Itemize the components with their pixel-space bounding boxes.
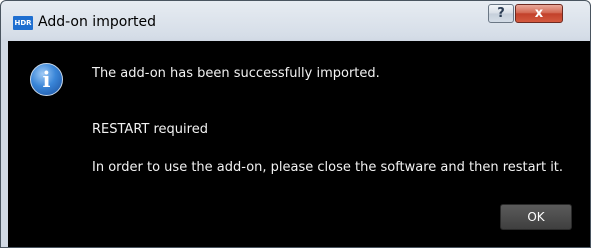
- window-title: Add-on imported: [38, 14, 157, 30]
- ok-button[interactable]: OK: [500, 204, 572, 230]
- close-button[interactable]: x: [515, 4, 563, 23]
- title-bar[interactable]: HDR Add-on imported ? x: [1, 1, 590, 37]
- dialog-window: HDR Add-on imported ? x i The add-on has…: [0, 0, 591, 248]
- success-message: The add-on has been successfully importe…: [92, 66, 380, 81]
- restart-instructions: In order to use the add-on, please close…: [92, 160, 564, 175]
- restart-required-label: RESTART required: [92, 122, 208, 137]
- dialog-content: i The add-on has been successfully impor…: [8, 41, 590, 247]
- info-icon: i: [30, 63, 63, 96]
- help-button[interactable]: ?: [488, 4, 514, 23]
- hdr-app-icon: HDR: [13, 16, 33, 30]
